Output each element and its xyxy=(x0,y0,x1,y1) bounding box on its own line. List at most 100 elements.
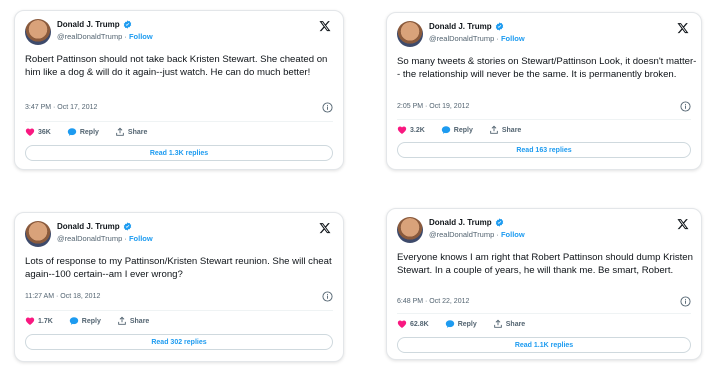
share-label: Share xyxy=(501,126,522,134)
reply-button[interactable]: Reply xyxy=(441,125,473,135)
verified-badge-icon xyxy=(123,20,131,29)
follow-button[interactable]: Follow xyxy=(501,230,525,239)
x-logo-icon[interactable] xyxy=(319,20,331,32)
share-button[interactable]: Share xyxy=(489,125,521,135)
reply-bubble-icon xyxy=(445,320,454,328)
divider xyxy=(397,119,691,120)
action-bar: 36K Reply Share xyxy=(25,127,163,137)
author-name-row: Donald J. Trump xyxy=(57,222,132,231)
share-upload-icon xyxy=(118,316,126,325)
tweet-card[interactable]: Donald J. Trump @realDonaldTrump · Follo… xyxy=(386,208,702,360)
share-button[interactable]: Share xyxy=(115,127,147,137)
x-logo-icon[interactable] xyxy=(319,222,331,234)
avatar[interactable] xyxy=(397,217,423,243)
avatar[interactable] xyxy=(25,19,51,45)
info-icon[interactable] xyxy=(680,101,691,112)
author-name[interactable]: Donald J. Trump xyxy=(429,22,492,31)
tweet-timestamp[interactable]: 11:27 AM · Oct 18, 2012 xyxy=(25,293,100,300)
like-count: 3.2K xyxy=(410,126,425,134)
reply-bubble-icon xyxy=(441,126,450,134)
like-count: 36K xyxy=(38,128,51,136)
verified-badge-icon xyxy=(495,22,503,31)
reply-bubble-icon xyxy=(67,128,77,136)
share-upload-icon xyxy=(493,319,502,328)
handle-row: @realDonaldTrump · Follow xyxy=(429,230,525,239)
author-name[interactable]: Donald J. Trump xyxy=(57,20,120,29)
read-replies-button[interactable]: Read 163 replies xyxy=(397,142,691,158)
divider xyxy=(397,313,691,314)
like-count: 1.7K xyxy=(38,317,53,325)
like-count: 62.8K xyxy=(410,320,429,328)
author-name[interactable]: Donald J. Trump xyxy=(57,222,120,231)
like-button[interactable]: 3.2K xyxy=(397,125,425,135)
handle-separator: · xyxy=(124,234,127,243)
verified-badge-icon xyxy=(495,218,503,227)
follow-button[interactable]: Follow xyxy=(129,234,153,243)
heart-icon xyxy=(25,128,35,136)
tweet-timestamp[interactable]: 6:48 PM · Oct 22, 2012 xyxy=(397,298,469,305)
reply-button[interactable]: Reply xyxy=(445,319,477,329)
reply-label: Reply xyxy=(453,126,473,134)
author-name-row: Donald J. Trump xyxy=(57,20,132,29)
tweet-text: So many tweets & stories on Stewart/Patt… xyxy=(397,56,697,81)
x-logo-icon[interactable] xyxy=(677,218,689,230)
share-upload-icon xyxy=(490,125,498,134)
share-label: Share xyxy=(129,317,150,325)
follow-button[interactable]: Follow xyxy=(501,34,525,43)
tweet-timestamp[interactable]: 2:05 PM · Oct 19, 2012 xyxy=(397,103,469,110)
reply-bubble-icon xyxy=(69,317,78,325)
avatar[interactable] xyxy=(25,221,51,247)
handle-separator: · xyxy=(124,32,127,41)
like-button[interactable]: 62.8K xyxy=(397,319,429,329)
like-button[interactable]: 36K xyxy=(25,127,51,137)
reply-label: Reply xyxy=(457,320,477,328)
author-handle[interactable]: @realDonaldTrump xyxy=(429,230,494,239)
handle-row: @realDonaldTrump · Follow xyxy=(57,32,153,41)
tweet-text: Lots of response to my Pattinson/Kristen… xyxy=(25,256,332,281)
handle-separator: · xyxy=(496,34,499,43)
author-name-row: Donald J. Trump xyxy=(429,218,504,227)
tweet-card[interactable]: Donald J. Trump @realDonaldTrump · Follo… xyxy=(14,212,344,362)
handle-separator: · xyxy=(496,230,499,239)
read-replies-button[interactable]: Read 1.3K replies xyxy=(25,145,333,161)
action-bar: 62.8K Reply Share xyxy=(397,319,541,329)
reply-button[interactable]: Reply xyxy=(69,316,101,326)
x-logo-icon[interactable] xyxy=(677,22,689,34)
handle-row: @realDonaldTrump · Follow xyxy=(57,234,153,243)
author-handle[interactable]: @realDonaldTrump xyxy=(57,234,122,243)
tweet-text: Everyone knows I am right that Robert Pa… xyxy=(397,252,693,277)
reply-label: Reply xyxy=(81,317,101,325)
author-name[interactable]: Donald J. Trump xyxy=(429,218,492,227)
tweet-card[interactable]: Donald J. Trump @realDonaldTrump · Follo… xyxy=(14,10,344,170)
read-replies-button[interactable]: Read 302 replies xyxy=(25,334,333,350)
info-icon[interactable] xyxy=(680,296,691,307)
info-icon[interactable] xyxy=(322,291,333,302)
tweet-text: Robert Pattinson should not take back Kr… xyxy=(25,54,328,79)
author-name-row: Donald J. Trump xyxy=(429,22,504,31)
author-handle[interactable]: @realDonaldTrump xyxy=(429,34,494,43)
heart-icon xyxy=(397,126,407,134)
follow-button[interactable]: Follow xyxy=(129,32,153,41)
share-button[interactable]: Share xyxy=(493,319,525,329)
like-button[interactable]: 1.7K xyxy=(25,316,53,326)
reply-label: Reply xyxy=(79,128,99,136)
tweet-timestamp[interactable]: 3:47 PM · Oct 17, 2012 xyxy=(25,104,97,111)
divider xyxy=(25,310,333,311)
handle-row: @realDonaldTrump · Follow xyxy=(429,34,525,43)
verified-badge-icon xyxy=(123,222,131,231)
avatar[interactable] xyxy=(397,21,423,47)
share-button[interactable]: Share xyxy=(117,316,149,326)
reply-button[interactable]: Reply xyxy=(67,127,99,137)
divider xyxy=(25,121,333,122)
action-bar: 1.7K Reply Share xyxy=(25,316,165,326)
author-handle[interactable]: @realDonaldTrump xyxy=(57,32,122,41)
read-replies-button[interactable]: Read 1.1K replies xyxy=(397,337,691,353)
share-label: Share xyxy=(505,320,526,328)
heart-icon xyxy=(397,320,407,328)
share-upload-icon xyxy=(116,127,124,136)
share-label: Share xyxy=(127,128,148,136)
action-bar: 3.2K Reply Share xyxy=(397,125,537,135)
heart-icon xyxy=(25,317,35,325)
tweet-card[interactable]: Donald J. Trump @realDonaldTrump · Follo… xyxy=(386,12,702,170)
info-icon[interactable] xyxy=(322,102,333,113)
